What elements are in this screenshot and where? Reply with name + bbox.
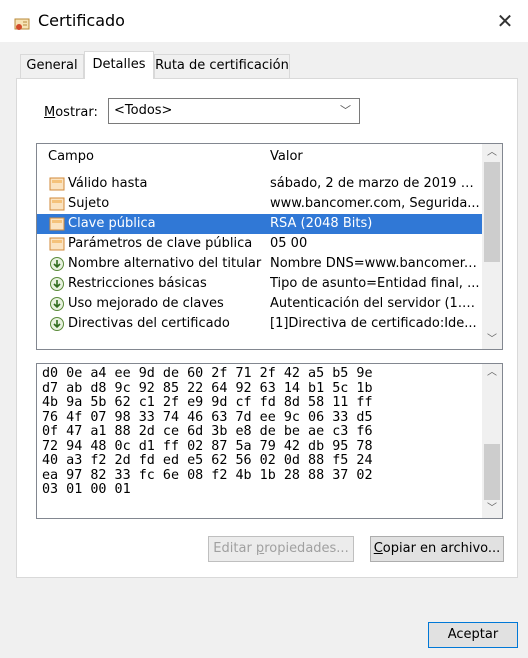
edit-properties-button[interactable]: Editar propiedades... [208, 536, 354, 562]
field-name: Directivas del certificado [68, 316, 230, 331]
field-icon [49, 236, 65, 252]
field-value: 05 00 [270, 236, 308, 251]
field-value: Nombre DNS=www.bancomer.... [270, 256, 480, 271]
field-name: Sujeto [68, 196, 110, 211]
field-name: Nombre alternativo del titular [68, 256, 262, 271]
field-value: Tipo de asunto=Entidad final, ... [270, 276, 480, 291]
field-row[interactable]: Uso mejorado de claves Autenticación del … [37, 294, 482, 314]
field-icon [49, 216, 65, 232]
column-header-valor[interactable]: Valor [270, 149, 303, 164]
field-name: Uso mejorado de claves [68, 296, 224, 311]
field-value: sábado, 2 de marzo de 2019 0... [270, 176, 480, 191]
field-name: Válido hasta [68, 176, 148, 191]
scroll-down-icon[interactable]: ﹀ [482, 500, 502, 518]
extension-icon [49, 276, 65, 292]
tab-detalles[interactable]: Detalles [84, 51, 154, 79]
certificate-icon [14, 16, 30, 32]
extension-icon [49, 296, 65, 312]
copy-to-file-button[interactable]: Copiar en archivo... [370, 536, 504, 562]
field-name: Clave pública [68, 216, 156, 231]
field-icon [49, 196, 65, 212]
tab-general[interactable]: General [20, 54, 84, 78]
field-value: RSA (2048 Bits) [270, 216, 373, 231]
extension-icon [49, 316, 65, 332]
field-row[interactable]: Sujeto www.bancomer.com, Segurida... [37, 194, 482, 214]
field-name: Parámetros de clave pública [68, 236, 253, 251]
scroll-up-icon[interactable]: ︿ [482, 144, 502, 162]
extension-icon [49, 256, 65, 272]
field-name: Restricciones básicas [68, 276, 207, 291]
chevron-down-icon: ﹀ [340, 104, 351, 117]
accept-button[interactable]: Aceptar [428, 622, 518, 648]
show-label: Mostrar: [44, 105, 98, 120]
field-icon [49, 176, 65, 192]
column-header-campo[interactable]: Campo [48, 149, 94, 164]
show-select[interactable]: <Todos> ﹀ [108, 98, 360, 124]
scroll-up-icon[interactable]: ︿ [482, 364, 502, 382]
close-icon[interactable]: ✕ [490, 8, 520, 34]
field-value: Autenticación del servidor (1.3... [270, 296, 480, 311]
field-row[interactable]: Parámetros de clave pública 05 00 [37, 234, 482, 254]
scroll-down-icon[interactable]: ﹀ [482, 331, 502, 349]
value-text: d0 0e a4 ee 9d de 60 2f 71 2f 42 a5 b5 9… [42, 366, 373, 497]
field-value: www.bancomer.com, Segurida... [270, 196, 480, 211]
window-title: Certificado [38, 11, 125, 30]
field-row[interactable]: Nombre alternativo del titular Nombre DNS… [37, 254, 482, 274]
field-row[interactable]: Válido hasta sábado, 2 de marzo de 2019 0… [37, 174, 482, 194]
show-select-value: <Todos> [114, 103, 173, 118]
field-row[interactable]: Clave pública RSA (2048 Bits) [37, 214, 482, 234]
value-scroll-thumb[interactable] [484, 444, 500, 500]
tab-ruta-certificacion[interactable]: Ruta de certificación [154, 54, 290, 78]
field-value: [1]Directiva de certificado:Ide... [270, 316, 477, 331]
field-row[interactable]: Directivas del certificado [1]Directiva d… [37, 314, 482, 334]
fields-list-scroll-thumb[interactable] [484, 162, 500, 262]
field-row[interactable]: Restricciones básicas Tipo de asunto=Enti… [37, 274, 482, 294]
